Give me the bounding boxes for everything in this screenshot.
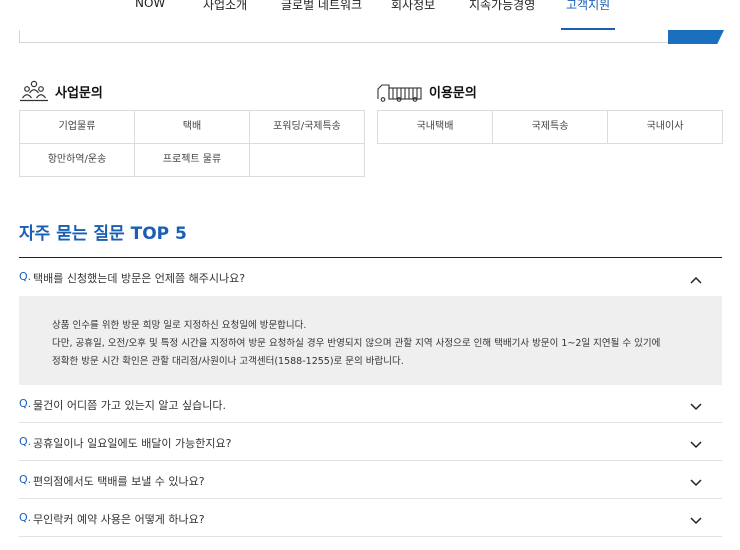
business-inquiry-title: 사업문의 bbox=[55, 85, 103, 101]
search-button[interactable] bbox=[668, 30, 724, 44]
business-item-empty bbox=[250, 144, 365, 177]
faq-item-2[interactable]: Q. 물건이 어디쯤 가고 있는지 알고 싶습니다. bbox=[19, 385, 722, 423]
chevron-down-icon[interactable] bbox=[690, 403, 702, 411]
faq-question-2: 물건이 어디쯤 가고 있는지 알고 싶습니다. bbox=[33, 399, 227, 412]
faq-item-3[interactable]: Q. 공휴일이나 일요일에도 배달이 가능한지요? bbox=[19, 423, 722, 461]
search-input[interactable] bbox=[19, 30, 668, 43]
faq-question-4: 편의점에서도 택배를 보낼 수 있나요? bbox=[33, 475, 205, 488]
faq-question-5: 무인락커 예약 사용은 어떻게 하나요? bbox=[33, 513, 205, 526]
faq-answer-line: 정확한 방문 시간 확인은 관할 대리점/사원이나 고객센터(1588-1255… bbox=[52, 356, 404, 367]
usage-item-domestic-parcel[interactable]: 국내택배 bbox=[378, 111, 493, 144]
truck-icon bbox=[377, 84, 422, 102]
business-inquiry-grid: 기업물류 택배 포워딩/국제특송 항만하역/운송 프로젝트 물류 bbox=[19, 110, 365, 177]
usage-item-international-express[interactable]: 국제특송 bbox=[493, 111, 608, 144]
people-group-icon bbox=[20, 80, 48, 102]
nav-item-company[interactable]: 회사정보 bbox=[391, 0, 435, 13]
usage-inquiry-grid: 국내택배 국제특송 국내이사 bbox=[377, 110, 723, 144]
chevron-up-icon[interactable] bbox=[690, 276, 702, 284]
faq-q-marker: Q. bbox=[19, 473, 32, 486]
nav-item-sustainability[interactable]: 지속가능경영 bbox=[469, 0, 535, 13]
usage-item-domestic-moving[interactable]: 국내이사 bbox=[608, 111, 723, 144]
faq-heading: 자주 묻는 질문 TOP 5 bbox=[19, 224, 187, 244]
nav-item-now[interactable]: NOW bbox=[135, 0, 165, 10]
business-item-corporate-logistics[interactable]: 기업물류 bbox=[20, 111, 135, 144]
faq-question-1: 택배를 신청했는데 방문은 언제쯤 해주시나요? bbox=[33, 272, 246, 285]
faq-answer-line: 다만, 공휴일, 오전/오후 및 특정 시간을 지정하여 방문 요청하실 경우 … bbox=[52, 338, 661, 349]
usage-inquiry-title: 이용문의 bbox=[429, 85, 477, 101]
business-item-project-logistics[interactable]: 프로젝트 물류 bbox=[135, 144, 250, 177]
faq-q-marker: Q. bbox=[19, 435, 32, 448]
business-item-parcel[interactable]: 택배 bbox=[135, 111, 250, 144]
nav-item-customer-support[interactable]: 고객지원 bbox=[566, 0, 610, 13]
faq-item-1[interactable]: Q. 택배를 신청했는데 방문은 언제쯤 해주시나요? bbox=[19, 258, 722, 296]
usage-inquiry-header: 이용문의 bbox=[377, 80, 477, 102]
faq-q-marker: Q. bbox=[19, 270, 32, 283]
faq-q-marker: Q. bbox=[19, 397, 32, 410]
business-item-forwarding[interactable]: 포워딩/국제특송 bbox=[250, 111, 365, 144]
top-navigation: NOW 사업소개 글로벌 네트워크 회사정보 지속가능경영 고객지원 bbox=[0, 0, 740, 30]
chevron-down-icon[interactable] bbox=[690, 517, 702, 525]
chevron-down-icon[interactable] bbox=[690, 441, 702, 449]
faq-question-3: 공휴일이나 일요일에도 배달이 가능한지요? bbox=[33, 437, 232, 450]
business-inquiry-header: 사업문의 bbox=[19, 80, 103, 102]
faq-item-5[interactable]: Q. 무인락커 예약 사용은 어떻게 하나요? bbox=[19, 499, 722, 537]
business-item-port-handling[interactable]: 항만하역/운송 bbox=[20, 144, 135, 177]
faq-answer-line: 상품 인수를 위한 방문 희망 일로 지정하신 요청일에 방문합니다. bbox=[52, 320, 307, 331]
nav-item-global-network[interactable]: 글로벌 네트워크 bbox=[281, 0, 362, 13]
chevron-down-icon[interactable] bbox=[690, 479, 702, 487]
faq-answer-1: 상품 인수를 위한 방문 희망 일로 지정하신 요청일에 방문합니다. 다만, … bbox=[19, 296, 722, 385]
nav-item-business[interactable]: 사업소개 bbox=[203, 0, 247, 13]
faq-q-marker: Q. bbox=[19, 511, 32, 524]
faq-item-4[interactable]: Q. 편의점에서도 택배를 보낼 수 있나요? bbox=[19, 461, 722, 499]
